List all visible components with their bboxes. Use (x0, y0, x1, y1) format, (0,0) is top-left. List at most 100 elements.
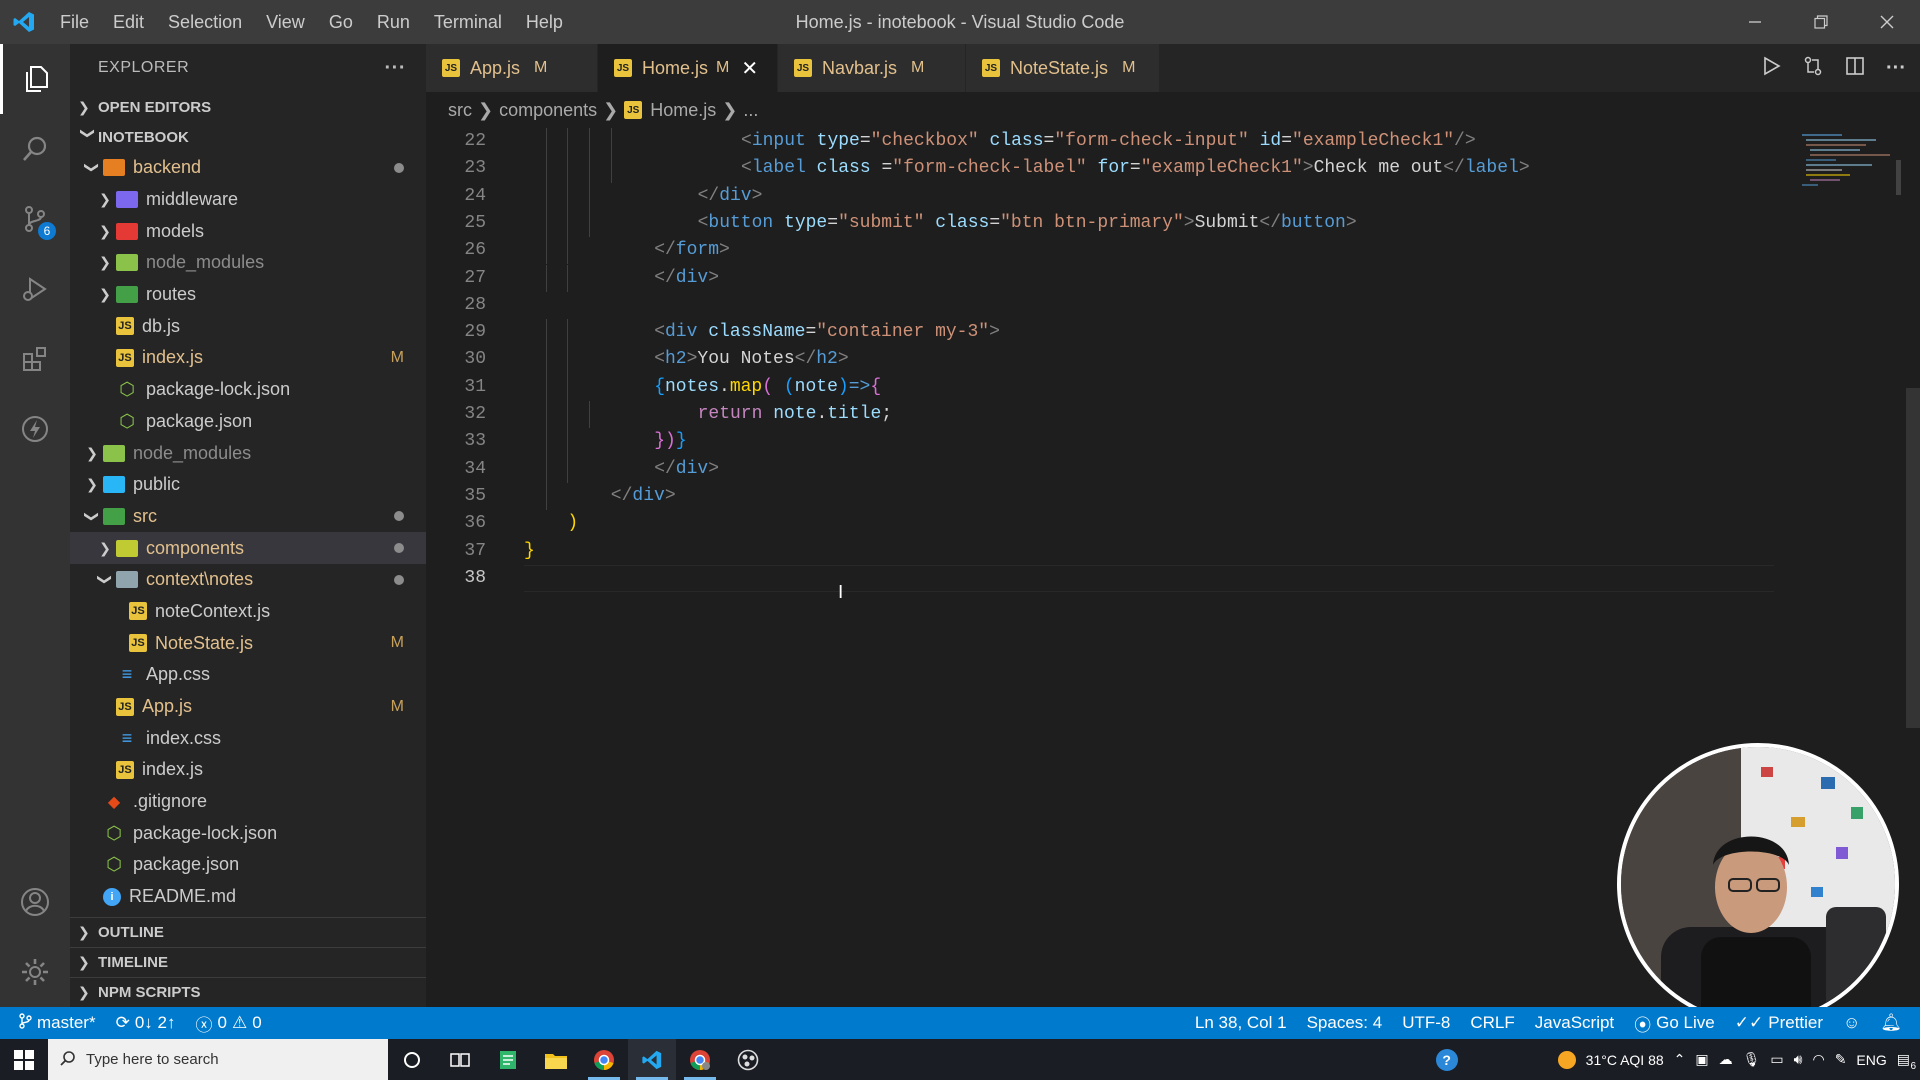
indentation[interactable]: Spaces: 4 (1297, 1013, 1393, 1033)
menu-go[interactable]: Go (317, 0, 365, 44)
tree-item[interactable]: ❯ context\notes (70, 564, 426, 596)
obs-app-icon[interactable] (724, 1039, 772, 1080)
tree-item[interactable]: ❯ src (70, 501, 426, 533)
chrome-icon[interactable] (580, 1039, 628, 1080)
tree-item[interactable]: ❯ components (70, 532, 426, 564)
tab-app-js[interactable]: JS App.js M (426, 44, 598, 92)
chevron-up-icon[interactable]: ⌃ (1674, 1051, 1686, 1068)
npm-scripts-section[interactable]: ❯ NPM SCRIPTS (70, 977, 426, 1007)
end-of-line[interactable]: CRLF (1460, 1013, 1524, 1033)
tree-item[interactable]: ❯ public (70, 469, 426, 501)
source-control-icon[interactable]: 6 (0, 184, 70, 254)
tree-item[interactable]: ❯ node_modules (70, 437, 426, 469)
notepad-app-icon[interactable] (484, 1039, 532, 1080)
menu-selection[interactable]: Selection (156, 0, 254, 44)
tree-item[interactable]: ≡ index.css (70, 722, 426, 754)
compare-changes-icon[interactable] (1802, 55, 1824, 82)
branch-status[interactable]: master* (0, 1012, 106, 1034)
encoding[interactable]: UTF-8 (1392, 1013, 1460, 1033)
tree-item[interactable]: JS NoteState.js M (70, 627, 426, 659)
menu-file[interactable]: File (48, 0, 101, 44)
tree-item[interactable]: JS App.js M (70, 691, 426, 723)
breadcrumb-src[interactable]: src (448, 100, 472, 121)
tree-item[interactable]: JS index.js M (70, 342, 426, 374)
cursor-position[interactable]: Ln 38, Col 1 (1185, 1013, 1297, 1033)
language-indicator[interactable]: ENG (1856, 1052, 1886, 1068)
notification-center-icon[interactable]: ▤ 6 (1897, 1051, 1916, 1072)
search-icon[interactable] (0, 114, 70, 184)
microphone-icon[interactable]: 🎙︎ (1743, 1051, 1761, 1068)
menu-help[interactable]: Help (514, 0, 575, 44)
go-live-button[interactable]: ⦿ Go Live (1624, 1011, 1725, 1036)
breadcrumb-symbol[interactable]: ... (743, 100, 758, 121)
feedback-icon[interactable]: ☺ (1833, 1013, 1870, 1033)
wifi-icon[interactable]: ◠ (1812, 1051, 1824, 1068)
tree-item[interactable]: JS db.js (70, 310, 426, 342)
tab-home-js[interactable]: JS Home.js M ✕ (598, 44, 778, 92)
tray-app-icon[interactable]: ▣ (1695, 1051, 1708, 1068)
close-window-button[interactable] (1854, 0, 1920, 44)
split-editor-icon[interactable] (1844, 55, 1866, 82)
pen-icon[interactable]: ✎ (1835, 1051, 1847, 1068)
more-actions-button[interactable]: ··· (385, 57, 406, 80)
tree-item[interactable]: JS index.js (70, 754, 426, 786)
menu-run[interactable]: Run (365, 0, 422, 44)
thunder-client-icon[interactable] (0, 394, 70, 464)
menu-view[interactable]: View (254, 0, 317, 44)
tree-item[interactable]: ⬡ package-lock.json (70, 374, 426, 406)
breadcrumb-components[interactable]: components (499, 100, 597, 121)
tree-item[interactable]: ⬡ package-lock.json (70, 817, 426, 849)
open-editors-section[interactable]: ❯ OPEN EDITORS (70, 92, 426, 122)
project-section[interactable]: ❯ INOTEBOOK (70, 122, 426, 152)
prettier-status[interactable]: ✓✓ Prettier (1725, 1013, 1833, 1033)
task-view-icon[interactable] (436, 1039, 484, 1080)
run-file-icon[interactable] (1760, 55, 1782, 82)
explorer-icon[interactable] (0, 44, 70, 114)
run-debug-icon[interactable] (0, 254, 70, 324)
taskbar-search-box[interactable]: Type here to search (48, 1039, 388, 1080)
tree-item[interactable]: ≡ App.css (70, 659, 426, 691)
tab-navbar-js[interactable]: JS Navbar.js M (778, 44, 966, 92)
tree-item[interactable]: ❯ node_modules (70, 247, 426, 279)
editor-scrollbar[interactable] (1906, 128, 1920, 1007)
tree-item[interactable]: ❯ routes (70, 279, 426, 311)
weather-text[interactable]: 31°C AQI 88 (1586, 1052, 1664, 1068)
tree-item[interactable]: ◆ .gitignore (70, 786, 426, 818)
vscode-app-icon[interactable] (628, 1039, 676, 1080)
sync-status[interactable]: ⟳ 0↓ 2↑ (106, 1013, 186, 1033)
menu-terminal[interactable]: Terminal (422, 0, 514, 44)
battery-icon[interactable]: ▭ (1770, 1051, 1783, 1068)
language-mode[interactable]: JavaScript (1525, 1013, 1624, 1033)
minimize-button[interactable] (1722, 0, 1788, 44)
outline-section[interactable]: ❯ OUTLINE (70, 917, 426, 947)
close-tab-icon[interactable]: ✕ (741, 56, 758, 81)
tree-item[interactable]: ❯ middleware (70, 184, 426, 216)
chrome-profile-icon[interactable] (676, 1039, 724, 1080)
restore-button[interactable] (1788, 0, 1854, 44)
scrollbar-thumb[interactable] (1906, 388, 1920, 728)
problems-status[interactable]: ⓧ 0 ⚠ 0 (185, 1011, 271, 1036)
account-icon[interactable] (0, 867, 70, 937)
volume-icon[interactable]: 🔊︎ (1794, 1051, 1803, 1068)
tree-item[interactable]: ⬡ package.json (70, 406, 426, 438)
tab-notestate-js[interactable]: JS NoteState.js M (966, 44, 1160, 92)
notifications-bell-icon[interactable]: 🔔︎ (1870, 1013, 1912, 1033)
weather-icon[interactable] (1557, 1050, 1576, 1069)
cortana-icon[interactable] (388, 1039, 436, 1080)
tree-item[interactable]: JS noteContext.js (70, 596, 426, 628)
windows-start-icon[interactable] (0, 1039, 48, 1080)
menu-edit[interactable]: Edit (101, 0, 156, 44)
tree-item[interactable]: ⬡ package.json (70, 849, 426, 881)
more-actions-icon[interactable]: ··· (1886, 57, 1906, 80)
file-explorer-icon[interactable] (532, 1039, 580, 1080)
timeline-section[interactable]: ❯ TIMELINE (70, 947, 426, 977)
settings-gear-icon[interactable] (0, 937, 70, 1007)
tree-item[interactable]: ❯ models (70, 215, 426, 247)
help-icon[interactable]: ? (1435, 1048, 1458, 1071)
tree-item[interactable]: ❯ backend (70, 152, 426, 184)
breadcrumb-file[interactable]: Home.js (650, 100, 716, 121)
extensions-icon[interactable] (0, 324, 70, 394)
tree-item[interactable]: i README.md (70, 881, 426, 913)
onedrive-icon[interactable]: ☁ (1719, 1051, 1733, 1068)
minimap[interactable] (1796, 130, 1906, 200)
